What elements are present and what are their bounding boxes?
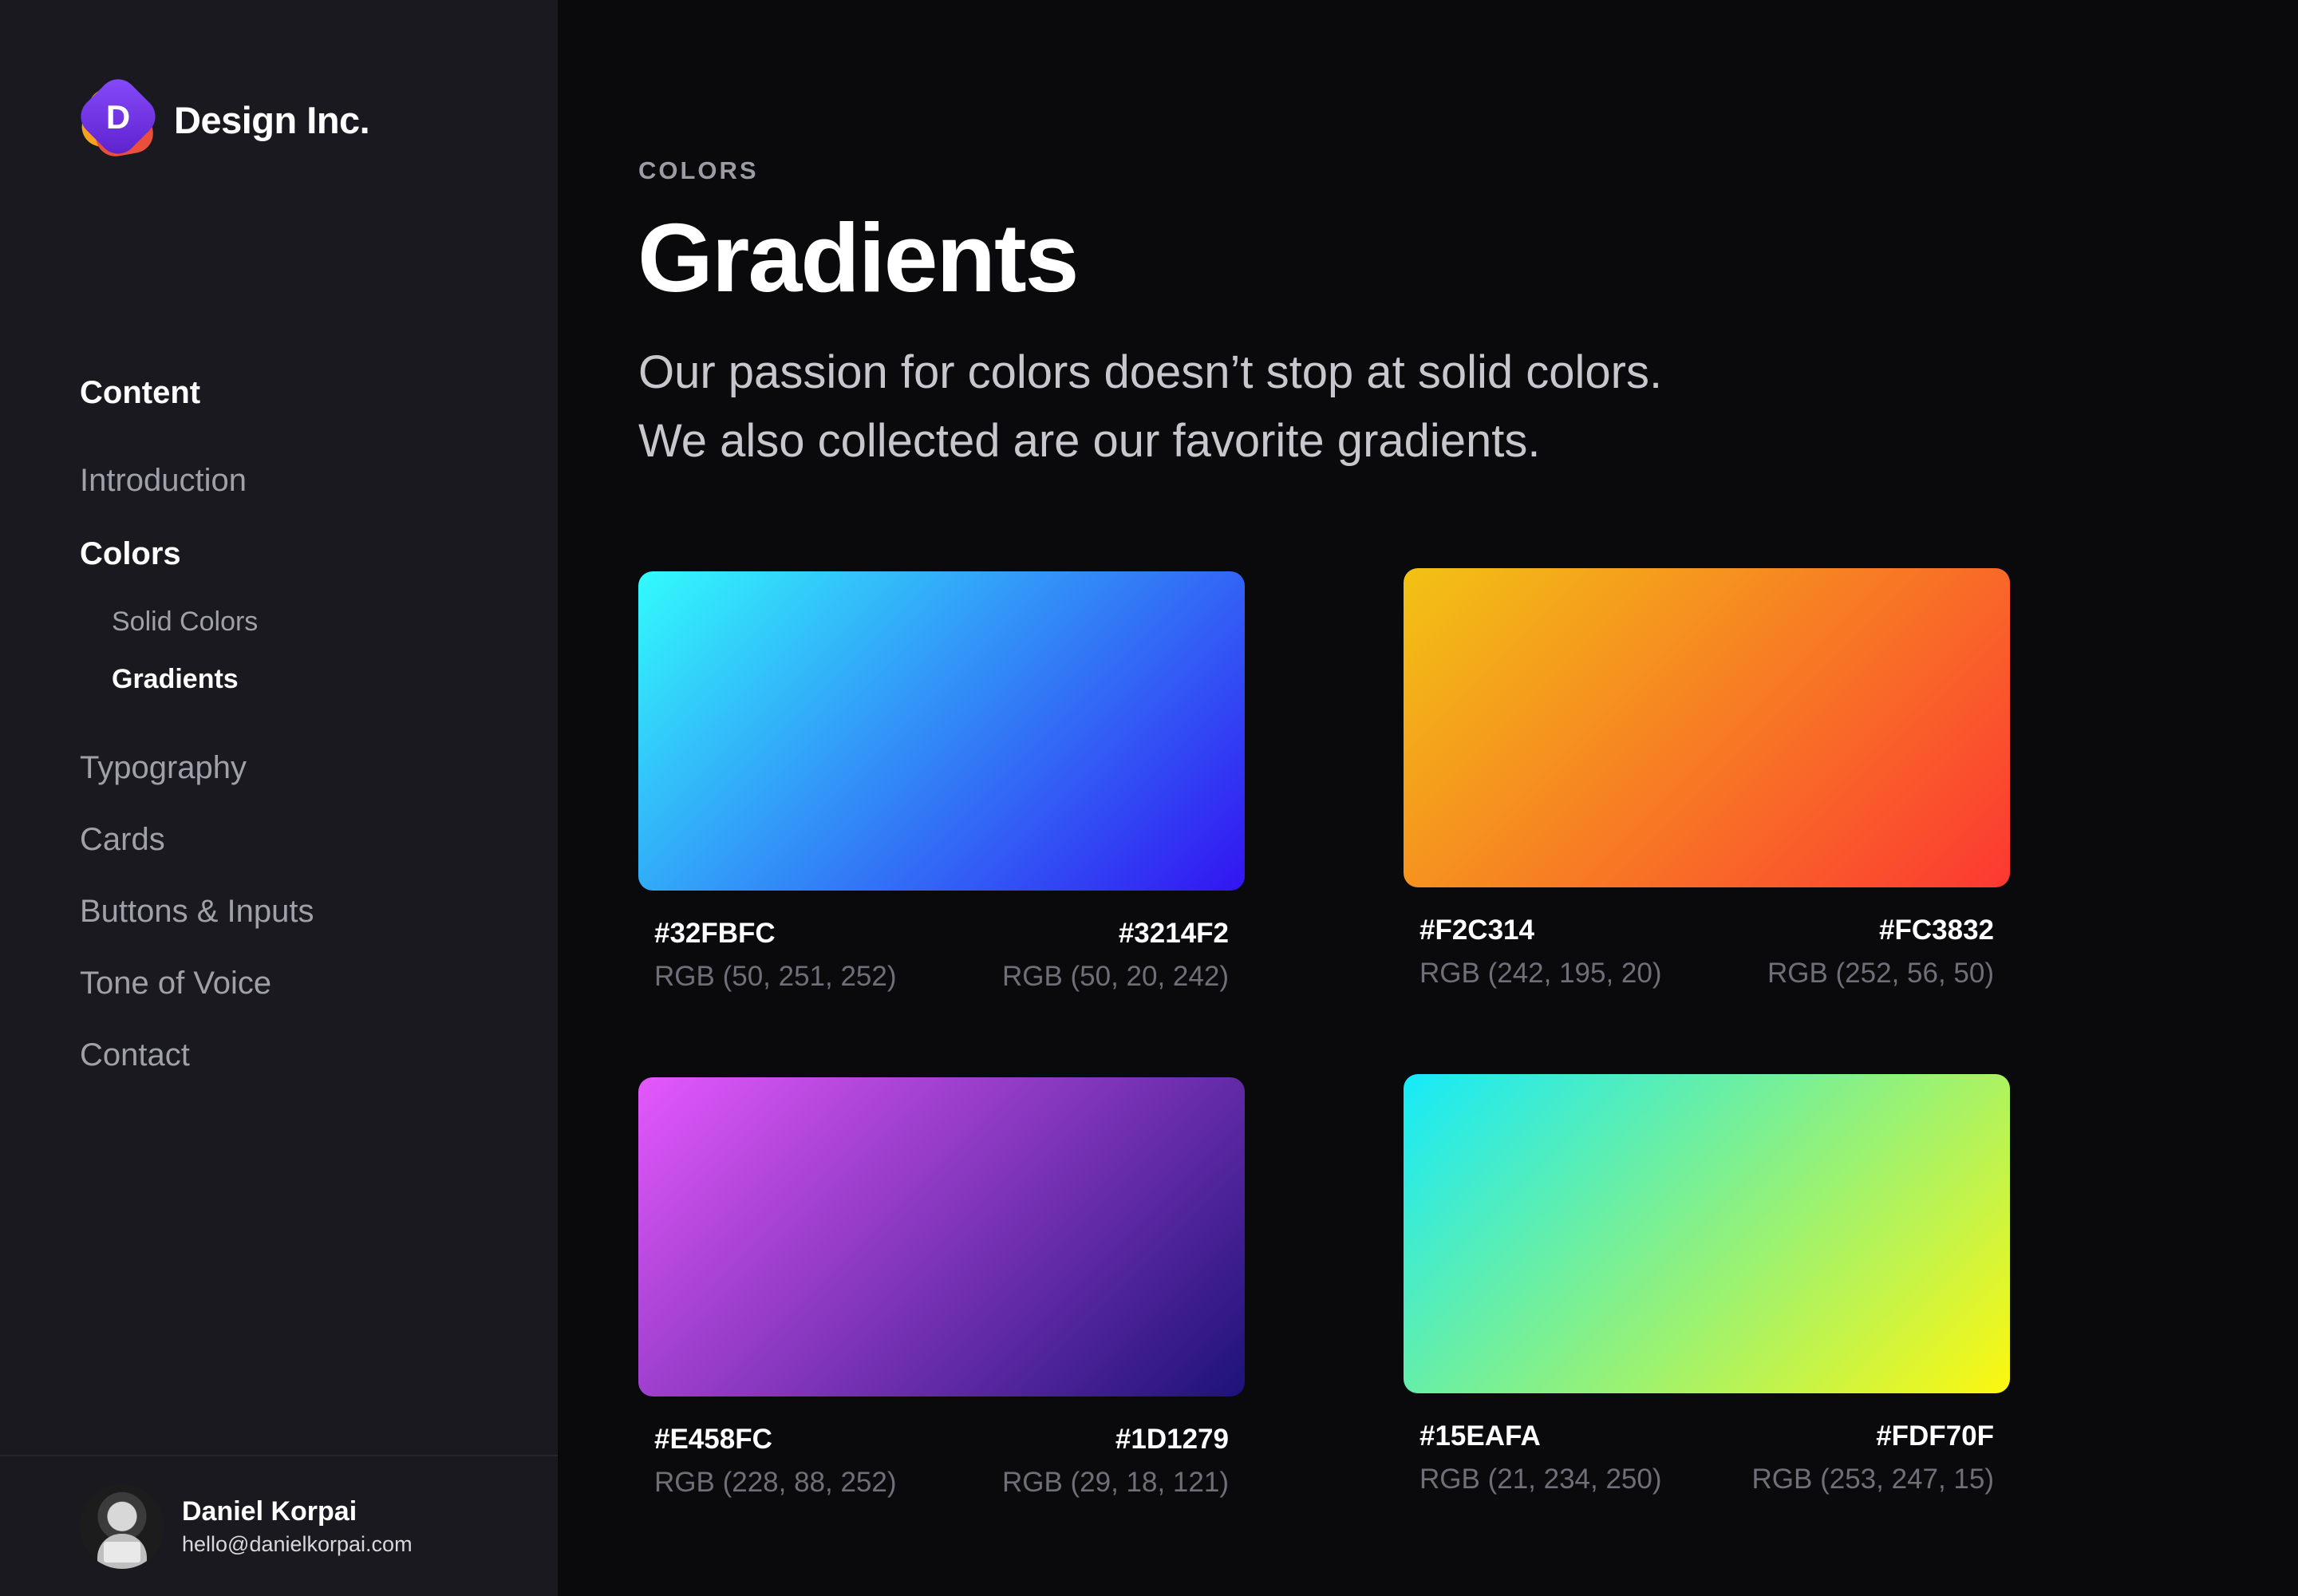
gradient-end-hex: #FC3832 <box>1879 915 1994 946</box>
gradient-preview <box>1404 568 2010 887</box>
profile-email: hello@danielkorpai.com <box>182 1532 413 1556</box>
profile-name: Daniel Korpai <box>182 1496 357 1527</box>
gradient-swatch-1[interactable]: #32FBFC #3214F2 RGB (50, 251, 252) RGB (… <box>638 571 1245 992</box>
sidebar-item-colors[interactable]: Colors <box>80 536 181 572</box>
sidebar-subitem-solid-colors[interactable]: Solid Colors <box>112 606 258 638</box>
user-profile[interactable]: Daniel Korpai hello@danielkorpai.com <box>80 1484 413 1569</box>
gradient-swatch-3[interactable]: #E458FC #1D1279 RGB (228, 88, 252) RGB (… <box>638 1077 1245 1498</box>
brand-logo-letter: D <box>105 98 131 136</box>
sidebar-item-introduction[interactable]: Introduction <box>80 463 247 499</box>
gradient-start-rgb: RGB (50, 251, 252) <box>654 961 897 992</box>
gradient-end-rgb: RGB (50, 20, 242) <box>1001 961 1229 992</box>
sidebar-divider <box>0 1455 558 1456</box>
gradient-start-hex: #32FBFC <box>654 918 776 949</box>
main-content: COLORS Gradients Our passion for colors … <box>558 0 2298 1596</box>
gradient-start-rgb: RGB (242, 195, 20) <box>1419 958 1662 989</box>
avatar <box>80 1484 164 1569</box>
description-line-2: We also collected are our favorite gradi… <box>638 415 1541 467</box>
gradient-start-rgb: RGB (21, 234, 250) <box>1419 1464 1662 1495</box>
gradient-end-hex: #3214F2 <box>1118 918 1229 949</box>
gradient-swatch-2[interactable]: #F2C314 #FC3832 RGB (242, 195, 20) RGB (… <box>1404 568 2010 989</box>
gradient-start-hex: #15EAFA <box>1419 1420 1541 1452</box>
gradient-swatch-4[interactable]: #15EAFA #FDF70F RGB (21, 234, 250) RGB (… <box>1404 1074 2010 1495</box>
gradient-end-hex: #FDF70F <box>1876 1420 1994 1452</box>
gradient-start-rgb: RGB (228, 88, 252) <box>654 1467 897 1498</box>
sidebar: D Design Inc. Content Introduction Color… <box>0 0 558 1596</box>
gradient-preview <box>638 1077 1245 1396</box>
gradient-start-hex: #E458FC <box>654 1424 772 1455</box>
brand-name: Design Inc. <box>174 98 370 141</box>
gradient-preview <box>1404 1074 2010 1393</box>
page-description: Our passion for colors doesn’t stop at s… <box>638 338 1662 476</box>
gradient-start-hex: #F2C314 <box>1419 915 1534 946</box>
gradient-end-rgb: RGB (253, 247, 15) <box>1751 1464 1995 1495</box>
section-eyebrow: COLORS <box>638 156 759 184</box>
gradient-preview <box>638 571 1245 891</box>
gradient-end-hex: #1D1279 <box>1115 1424 1229 1455</box>
gradient-end-rgb: RGB (29, 18, 121) <box>1001 1467 1229 1498</box>
sidebar-subitem-gradients[interactable]: Gradients <box>112 664 239 695</box>
sidebar-item-buttons-inputs[interactable]: Buttons & Inputs <box>80 894 314 930</box>
sidebar-item-tone-of-voice[interactable]: Tone of Voice <box>80 966 271 1001</box>
sidebar-item-cards[interactable]: Cards <box>80 822 165 858</box>
nav-heading: Content <box>80 375 201 410</box>
description-line-1: Our passion for colors doesn’t stop at s… <box>638 346 1663 398</box>
sidebar-item-typography[interactable]: Typography <box>80 750 247 786</box>
brand-logo-icon: D <box>73 71 164 162</box>
brand[interactable]: D Design Inc. <box>73 71 370 162</box>
page-title: Gradients <box>638 203 1079 312</box>
sidebar-item-contact[interactable]: Contact <box>80 1037 190 1073</box>
gradient-end-rgb: RGB (252, 56, 50) <box>1767 958 1994 989</box>
